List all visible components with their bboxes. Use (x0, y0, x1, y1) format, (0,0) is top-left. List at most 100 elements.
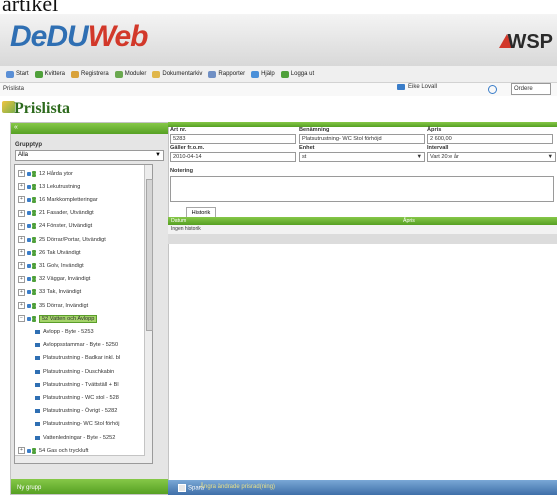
toolbar-item-hj-lp[interactable]: Hjälp (251, 70, 275, 78)
tree-group-node[interactable]: +12 Hårda ytor (15, 167, 146, 180)
logo-part2: Web (87, 20, 149, 53)
article-icon (35, 395, 40, 400)
group-tree[interactable]: +12 Hårda ytor +13 Lekutrustning +16 Markk… (14, 164, 153, 464)
group-node-icon (27, 183, 37, 190)
expand-toggle-icon[interactable]: + (18, 183, 25, 191)
toolbar-item-kvittera[interactable]: Kvittera (34, 70, 65, 78)
expand-toggle-icon[interactable]: + (18, 288, 25, 296)
order-select[interactable]: Ordere (511, 83, 551, 95)
tree-item-label: 12 Hårda ytor (39, 170, 73, 177)
toolbar-item-start[interactable]: Start (6, 70, 29, 78)
ben-label: Benämning (299, 127, 330, 133)
tree-group-node[interactable]: +13 Lekutrustning (15, 180, 146, 193)
notering-field[interactable] (170, 176, 554, 202)
app-logo: DeDUWeb (10, 20, 149, 54)
toolbar-item-logga-ut[interactable]: Logga ut (280, 70, 314, 78)
toolbar-item-dokumentarkiv[interactable]: Dokumentarkiv (152, 70, 202, 78)
tree-item-label: Vattenledningar - Byte - 5252 (43, 434, 116, 441)
article-icon (35, 422, 40, 427)
expand-toggle-icon[interactable]: + (18, 222, 25, 230)
archive-icon (152, 70, 161, 78)
tree-article-item[interactable]: Avloppsstammar - Byte - 5250 (15, 339, 163, 352)
history-empty-row: Ingen historik (168, 225, 557, 234)
expand-toggle-icon[interactable]: + (18, 302, 25, 309)
tree-group-node[interactable]: +16 Markkompletteringar (15, 193, 146, 206)
toolbar-item-label: Rapporter (218, 71, 246, 77)
tree-group-node[interactable]: +26 Tak Utvändigt (15, 246, 146, 259)
tree-article-item[interactable]: Platsutrustning - Badkar inkl. bl (15, 352, 163, 365)
tree-article-item[interactable]: Platsutrustning - Övrigt - 5282 (15, 405, 163, 418)
toolbar-item-rapporter[interactable]: Rapporter (208, 70, 246, 78)
galler-field[interactable]: 2010-04-14 (170, 152, 296, 162)
grupptyp-value: Alla (18, 152, 29, 158)
tree-article-item[interactable]: Platsutrustning- WC Stol förhöj (15, 418, 163, 431)
tree-item-label: 26 Tak Utvändigt (39, 249, 81, 256)
tree-item-label: 33 Tak, Invändigt (39, 289, 82, 296)
article-icon (35, 369, 40, 374)
expand-toggle-icon[interactable]: + (18, 236, 25, 243)
tree-article-item[interactable]: Platsutrustning - Duschkabin (15, 365, 163, 378)
user-info[interactable]: Eike Lovall (396, 84, 437, 90)
expand-toggle-icon[interactable]: + (18, 170, 25, 177)
tree-group-node[interactable]: +24 Fönster, Utvändigt (15, 220, 146, 233)
col-datum[interactable]: Datum (171, 218, 186, 224)
clock-icon[interactable] (488, 85, 497, 94)
undo-button[interactable]: Ångra ändrade prisrad(ning) (200, 484, 275, 490)
tree-group-node[interactable]: +31 Golv, Invändigt (15, 259, 146, 272)
enhet-select[interactable]: st ▼ (299, 152, 425, 162)
art-field[interactable]: 5283 (170, 134, 296, 144)
tree-item-label: Platsutrustning - Tvättställ + Bl (43, 381, 119, 388)
tree-article-item[interactable]: Platsutrustning - Tvättställ + Bl (15, 378, 163, 391)
group-node-icon (27, 262, 37, 269)
chevron-down-icon: ▼ (155, 152, 161, 158)
group-node-icon (27, 210, 37, 216)
expand-toggle-icon[interactable]: + (18, 275, 25, 283)
register-icon (71, 70, 80, 78)
expand-toggle-icon[interactable]: + (18, 196, 25, 204)
article-icon (35, 435, 40, 440)
scroll-thumb[interactable] (146, 179, 153, 331)
tree-group-node[interactable]: +21 Fasader, Utvändigt (15, 207, 146, 220)
tree-item-label: 21 Fasader, Utvändigt (39, 210, 94, 217)
tree-group-node[interactable]: +25 Dörrar/Portar, Utvändigt (15, 233, 146, 246)
tree-article-item[interactable]: Avlopp - Byte - 5253 (15, 325, 163, 338)
toolbar-item-registrera[interactable]: Registrera (71, 70, 109, 78)
expand-toggle-icon[interactable]: + (18, 249, 25, 257)
group-node-icon (27, 196, 37, 203)
collapse-icon[interactable]: « (14, 124, 18, 131)
col-apris[interactable]: Åpris (403, 218, 415, 224)
ben-field[interactable]: Platsutrustning- WC Stol förhöjd (299, 134, 425, 144)
collapse-toggle-icon[interactable]: − (18, 315, 25, 323)
tree-article-item[interactable]: Vattenledningar - Byte - 5252 (15, 431, 163, 444)
expand-toggle-icon[interactable]: + (18, 209, 25, 217)
tree-group-node[interactable]: +35 Dörrar, Invändigt (15, 299, 146, 312)
tree-item-label: 16 Markkompletteringar (39, 196, 98, 203)
tree-article-item[interactable]: Platsutrustning - WC stol - 528 (15, 391, 163, 404)
expand-toggle-icon[interactable]: + (18, 262, 25, 270)
tree-group-node[interactable]: − 52 Vatten och Avlopp (15, 312, 146, 325)
breadcrumb: Prislista (3, 86, 25, 92)
tree-item-label: 25 Dörrar/Portar, Utvändigt (39, 236, 106, 243)
tree-group-node[interactable]: +33 Tak, Invändigt (15, 286, 146, 299)
tree-item-label: Platsutrustning - WC stol - 528 (43, 394, 119, 401)
expand-toggle-icon[interactable]: + (18, 447, 25, 455)
form-header (168, 122, 557, 127)
apris-field[interactable]: 2 600,00 (427, 134, 553, 144)
group-node-icon (27, 223, 37, 229)
toolbar-item-moduler[interactable]: Moduler (114, 70, 146, 78)
notering-label: Notering (170, 168, 193, 174)
toolbar-item-label: Hjälp (261, 71, 275, 77)
tree-item-label: Platsutrustning- WC Stol förhöj (43, 421, 120, 428)
intervall-select[interactable]: Vart 20:e år ▼ (427, 152, 556, 162)
tree-group-node[interactable]: +32 Väggar, Invändigt (15, 273, 146, 286)
grupptyp-select[interactable]: Alla ▼ (15, 150, 164, 161)
tree-group-node[interactable]: +54 Gas och tryckluft (15, 444, 146, 457)
help-icon (251, 70, 260, 78)
chevron-down-icon: ▼ (416, 154, 422, 160)
group-node-icon (27, 170, 37, 177)
grupptyp-label: Grupptyp (15, 142, 42, 148)
new-group-button[interactable]: Ny grupp (17, 485, 41, 491)
tree-item-label: Platsutrustning - Badkar inkl. bl (43, 355, 121, 362)
group-node-icon (27, 289, 37, 295)
sub-bar: Prislista Eike Lovall Ordere (0, 83, 557, 96)
